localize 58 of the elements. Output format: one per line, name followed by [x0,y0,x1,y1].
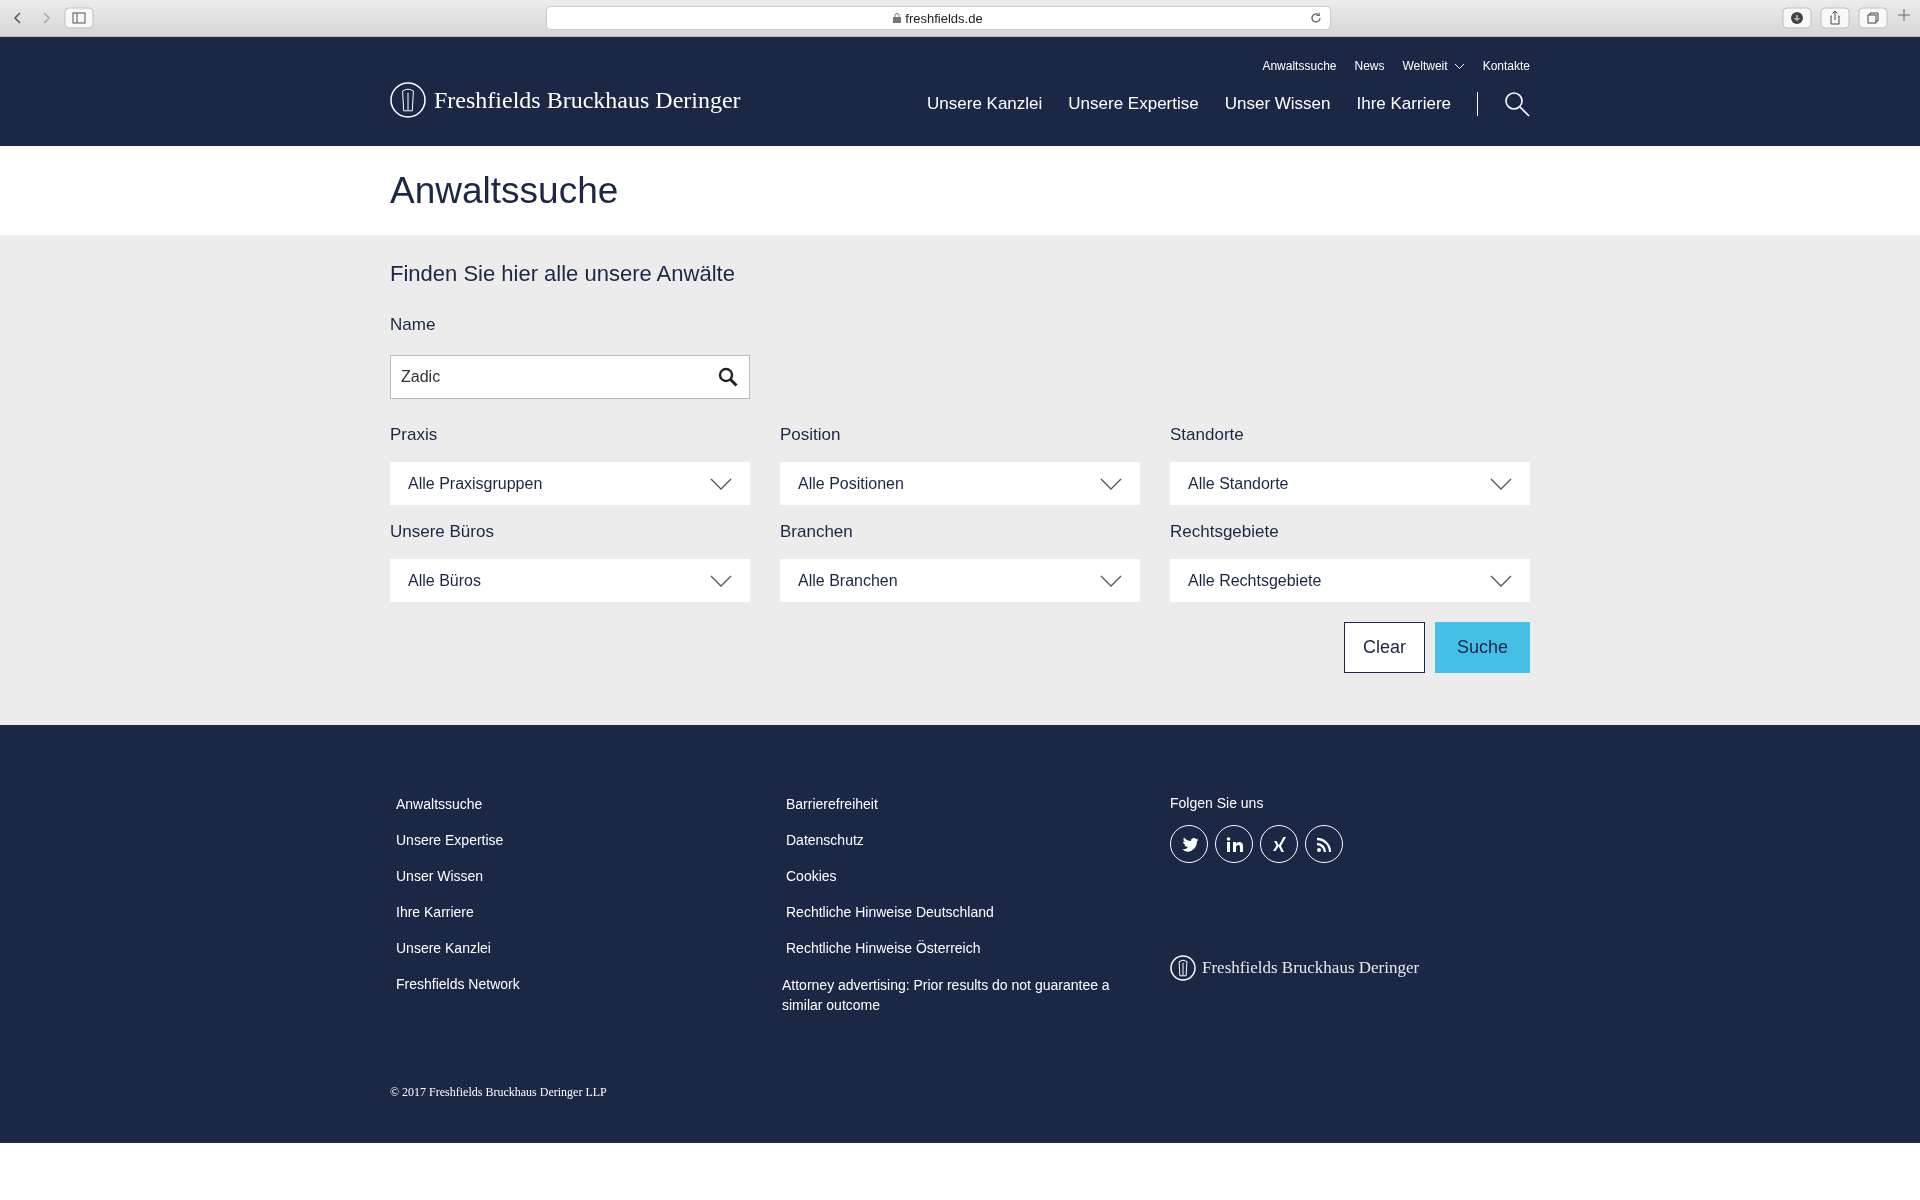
follow-heading: Folgen Sie uns [1170,795,1265,811]
page-title: Anwaltssuche [390,169,620,212]
field-label: Unsere Büros [390,522,495,542]
search-icon[interactable] [1504,91,1530,117]
field-label: Branchen [780,522,854,542]
field-label: Rechtsgebiete [1170,522,1280,542]
main-nav-link[interactable]: Unser Wissen [1224,94,1331,114]
chevron-down-icon [710,477,732,490]
footer-link[interactable]: Anwaltssuche [396,795,780,813]
reload-icon[interactable] [1309,12,1322,24]
footer-link[interactable]: Barrierefreiheit [786,795,1170,813]
section-heading: Finden Sie hier alle unsere Anwälte [390,261,736,287]
footer-link[interactable]: Attorney advertising: Prior results do not guarantee a similar outcome [782,975,1142,1015]
search-icon[interactable] [718,367,738,387]
dropdown-select[interactable]: Alle Rechtsgebiete [1170,559,1530,602]
field-label: Standorte [1170,425,1245,445]
footer-link[interactable]: Unsere Expertise [396,831,780,849]
copyright-text: © 2017 Freshfields Bruckhaus Deringer LLP [390,1085,608,1100]
footer-link[interactable]: Cookies [786,867,1170,885]
name-input-field[interactable]: Zadic [390,355,750,399]
utility-nav-link[interactable]: Kontakte [1482,59,1530,73]
main-nav-link[interactable]: Unsere Kanzlei [927,94,1043,114]
url-text: freshfields.de [905,10,983,26]
search-button[interactable]: Suche [1435,622,1530,673]
logo-emblem-icon [390,82,426,118]
footer-logo-text: Freshfields Bruckhaus Deringer [1202,958,1420,978]
download-icon[interactable] [1782,7,1812,29]
chevron-down-icon [1453,62,1465,70]
field-label: Position [780,425,842,445]
clear-button[interactable]: Clear [1344,622,1425,673]
footer-link[interactable]: Datenschutz [786,831,1170,849]
main-nav-link[interactable]: Unsere Expertise [1068,94,1199,114]
footer-link[interactable]: Freshfields Network [396,975,780,993]
logo-text[interactable]: Freshfields Bruckhaus Deringer [434,86,741,114]
dropdown-select[interactable]: Alle Büros [390,559,750,602]
footer-link[interactable]: Rechtliche Hinweise Österreich [786,939,1170,957]
field-label: Praxis [390,425,439,445]
footer-link[interactable]: Unsere Kanzlei [396,939,780,957]
lock-icon [893,13,902,23]
main-nav-link[interactable]: Ihre Karriere [1356,94,1451,114]
address-bar[interactable]: freshfields.de [545,6,1331,30]
chevron-down-icon [710,574,732,587]
field-label: Name [390,315,437,335]
utility-nav-link[interactable]: News [1354,59,1385,73]
dropdown-select[interactable]: Alle Branchen [780,559,1140,602]
dropdown-select[interactable]: Alle Praxisgruppen [390,462,750,505]
dropdown-select[interactable]: Alle Positionen [780,462,1140,505]
chevron-down-icon [1490,477,1512,490]
chevron-down-icon [1490,574,1512,587]
chevron-down-icon [1100,574,1122,587]
footer-link[interactable]: Rechtliche Hinweise Deutschland [786,903,1170,921]
dropdown-select[interactable]: Alle Standorte [1170,462,1530,505]
utility-nav-link[interactable]: Weltweit [1402,59,1465,73]
chevron-down-icon [1100,477,1122,490]
utility-nav-link[interactable]: Anwaltssuche [1262,59,1337,73]
logo-emblem-icon [1170,955,1196,981]
footer-link[interactable]: Unser Wissen [396,867,780,885]
footer-link[interactable]: Ihre Karriere [396,903,780,921]
